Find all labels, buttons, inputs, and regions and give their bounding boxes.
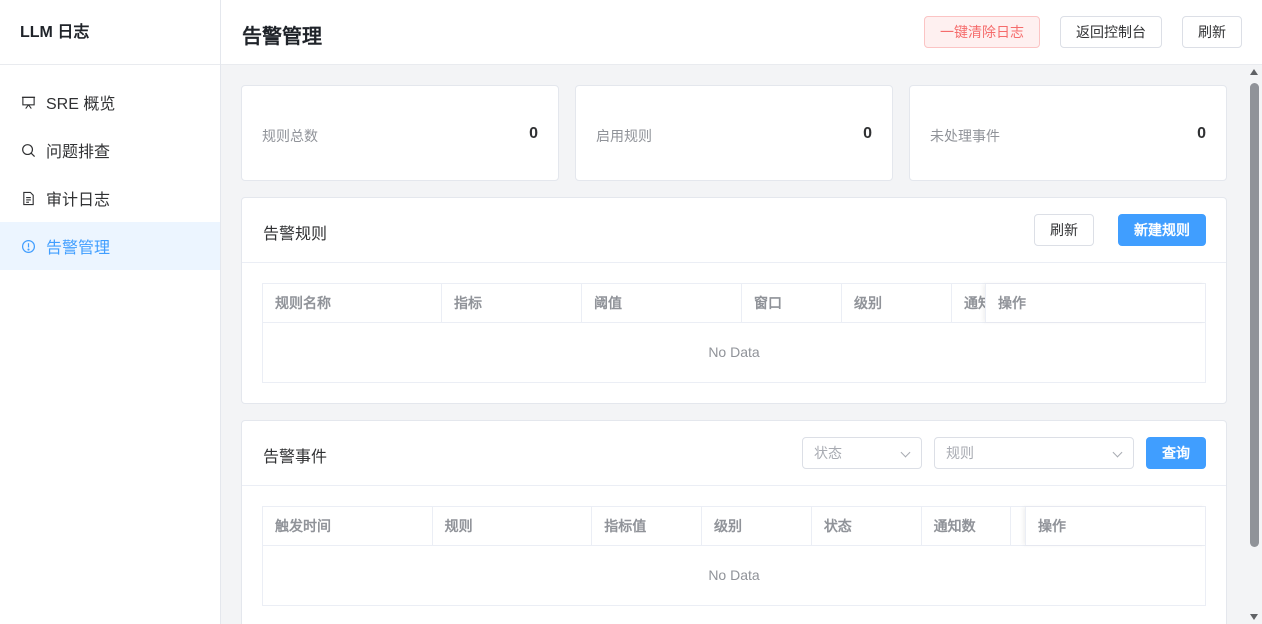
events-table: 触发时间 规则 指标值 级别 状态 通知数 操作 No Data [262, 506, 1206, 606]
stat-value: 0 [529, 125, 538, 142]
stat-card-total-rules: 规则总数 0 [241, 85, 559, 181]
sidebar-item-label: 审计日志 [46, 192, 111, 209]
sidebar-item-sre-overview[interactable]: SRE 概览 [0, 78, 220, 126]
column-header-actions[interactable]: 操作 [985, 284, 1205, 322]
sidebar-item-audit-log[interactable]: 审计日志 [0, 174, 220, 222]
sidebar: LLM 日志 SRE 概览 问题排查 审计日志 告警管理 [0, 0, 221, 624]
back-to-console-button[interactable]: 返回控制台 [1060, 16, 1162, 48]
main-content: 规则总数 0 启用规则 0 未处理事件 0 告警规则 刷新 新建规则 规则名称 … [221, 65, 1247, 624]
column-header[interactable]: 级别 [702, 507, 812, 545]
app-brand: LLM 日志 [0, 0, 220, 65]
page-header: 告警管理 一键清除日志 返回控制台 刷新 [221, 0, 1262, 65]
sidebar-item-label: SRE 概览 [46, 96, 116, 113]
query-button[interactable]: 查询 [1146, 437, 1206, 469]
page-title: 告警管理 [242, 26, 322, 48]
clear-logs-button[interactable]: 一键清除日志 [924, 16, 1040, 48]
column-header[interactable]: 触发时间 [263, 507, 433, 545]
status-select-placeholder: 状态 [814, 445, 842, 461]
stat-card-enabled-rules: 启用规则 0 [575, 85, 893, 181]
rules-table: 规则名称 指标 阈值 窗口 级别 通知 操作 No Data [262, 283, 1206, 383]
status-select[interactable]: 状态 [802, 437, 922, 469]
main-scrollbar[interactable] [1247, 65, 1262, 624]
rules-refresh-button[interactable]: 刷新 [1034, 214, 1094, 246]
stat-card-unhandled-events: 未处理事件 0 [909, 85, 1227, 181]
scroll-up-arrow-icon[interactable] [1250, 69, 1258, 75]
search-icon [20, 142, 36, 158]
column-header[interactable]: 指标值 [592, 507, 703, 545]
table-header: 触发时间 规则 指标值 级别 状态 通知数 操作 [263, 507, 1205, 546]
column-header[interactable]: 级别 [842, 284, 952, 322]
stat-value: 0 [1197, 125, 1206, 142]
presentation-icon [20, 94, 36, 110]
sidebar-item-alert-management[interactable]: 告警管理 [0, 222, 220, 270]
chevron-down-icon [900, 447, 911, 458]
rule-select[interactable]: 规则 [934, 437, 1134, 469]
column-header[interactable]: 状态 [812, 507, 922, 545]
empty-state: No Data [708, 567, 760, 583]
chevron-down-icon [1112, 447, 1123, 458]
sidebar-menu: SRE 概览 问题排查 审计日志 告警管理 [0, 65, 220, 270]
panel-title: 告警规则 [263, 226, 328, 243]
empty-state: No Data [708, 344, 760, 360]
sidebar-item-label: 问题排查 [46, 144, 111, 161]
alert-circle-icon [20, 238, 36, 254]
refresh-button[interactable]: 刷新 [1182, 16, 1242, 48]
column-header[interactable]: 通知数 [922, 507, 1012, 545]
alert-rules-panel: 告警规则 刷新 新建规则 规则名称 指标 阈值 窗口 级别 通知 操作 No D… [241, 197, 1227, 404]
sidebar-item-troubleshoot[interactable]: 问题排查 [0, 126, 220, 174]
column-header[interactable]: 指标 [442, 284, 582, 322]
panel-title: 告警事件 [263, 449, 328, 466]
column-header-actions[interactable]: 操作 [1025, 507, 1205, 545]
scrollbar-thumb[interactable] [1250, 83, 1259, 547]
stat-label: 规则总数 [262, 128, 318, 144]
document-icon [20, 190, 36, 206]
column-header[interactable]: 阈值 [582, 284, 742, 322]
rule-select-placeholder: 规则 [946, 445, 974, 461]
column-header[interactable]: 窗口 [742, 284, 842, 322]
panel-header: 告警事件 状态 规则 查询 [242, 421, 1226, 486]
new-rule-button[interactable]: 新建规则 [1118, 214, 1206, 246]
column-header[interactable]: 规则名称 [263, 284, 442, 322]
alert-events-panel: 告警事件 状态 规则 查询 触发时间 规则 指标值 级别 状态 通知数 操作 N… [241, 420, 1227, 624]
column-header[interactable]: 规则 [433, 507, 593, 545]
stat-label: 未处理事件 [930, 128, 1000, 144]
scroll-down-arrow-icon[interactable] [1250, 614, 1258, 620]
panel-header: 告警规则 刷新 新建规则 [242, 198, 1226, 263]
stat-label: 启用规则 [596, 128, 652, 144]
table-header: 规则名称 指标 阈值 窗口 级别 通知 操作 [263, 284, 1205, 323]
sidebar-item-label: 告警管理 [46, 240, 111, 257]
stat-value: 0 [863, 125, 872, 142]
